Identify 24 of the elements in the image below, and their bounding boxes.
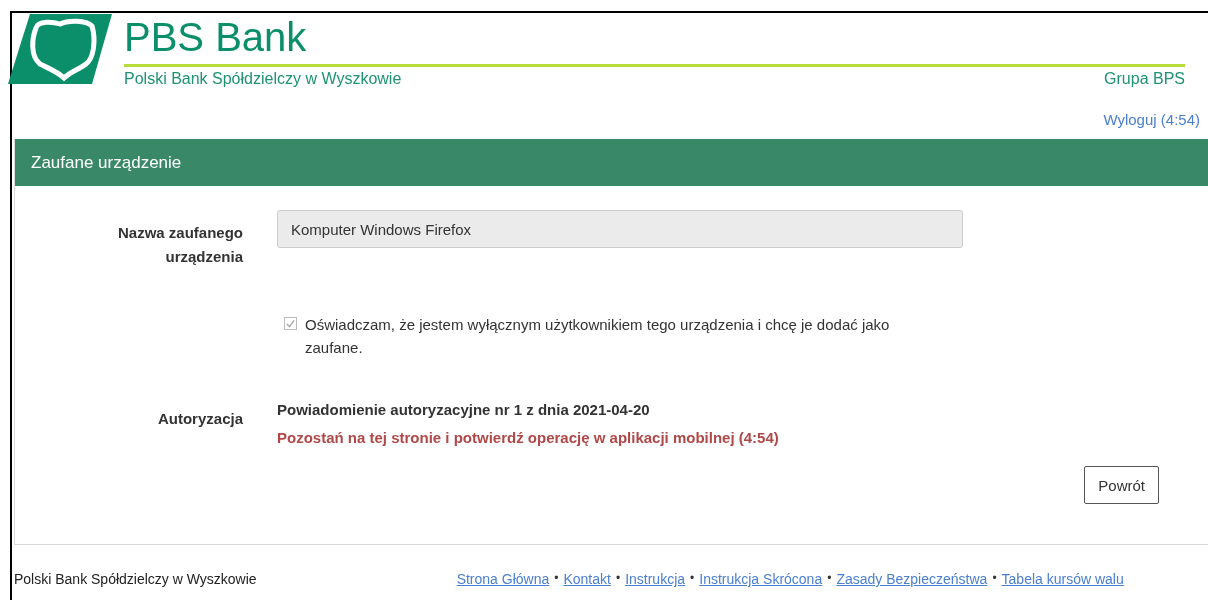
bank-name: PBS Bank — [124, 14, 308, 60]
separator-dot: • — [827, 571, 832, 587]
field-label: Nazwa zaufanego urządzenia — [116, 223, 243, 267]
separator-dot: • — [554, 571, 559, 587]
separator-dot: • — [615, 571, 621, 587]
logo-icon — [8, 14, 112, 84]
logout-link[interactable]: Wyloguj (4:54) — [1103, 111, 1200, 128]
footer-bank-name: Polski Bank Spółdzielczy w Wyszkowie — [14, 571, 257, 587]
separator-dot: • — [690, 571, 695, 587]
footer-link[interactable]: Kontakt — [563, 571, 611, 587]
separator-dot: • — [992, 571, 997, 587]
field-label: Autoryzacja — [156, 409, 243, 429]
group-name: Grupa BPS — [1104, 70, 1185, 88]
declaration-text: Oświadczam, że jestem wyłącznym użytkownikiem tego urządzenia i chcę je dodać jako zaufane. — [305, 315, 891, 358]
back-button[interactable]: Powrót — [1084, 466, 1159, 504]
footer-link[interactable]: Zasady Bezpieczeństwa — [836, 571, 988, 587]
notice-text: Powiadomienie autoryzacyjne nr 1 z dnia 2021-04-20 — [277, 400, 651, 420]
panel-title: Zaufane urządzenie — [31, 152, 182, 173]
footer-link[interactable]: Strona Główna — [456, 571, 550, 587]
footer-link[interactable]: Tabela kursów walu — [1001, 571, 1124, 587]
bank-subtitle: Polski Bank Spółdzielczy w Wyszkowie — [124, 70, 402, 88]
warning-text: Pozostań na tej stronie i potwierdź operację w aplikacji mobilnej (4:54) — [277, 429, 779, 446]
footer-link[interactable]: Instrukcja — [625, 571, 686, 587]
footer-link[interactable]: Instrukcja Skrócona — [699, 571, 823, 587]
